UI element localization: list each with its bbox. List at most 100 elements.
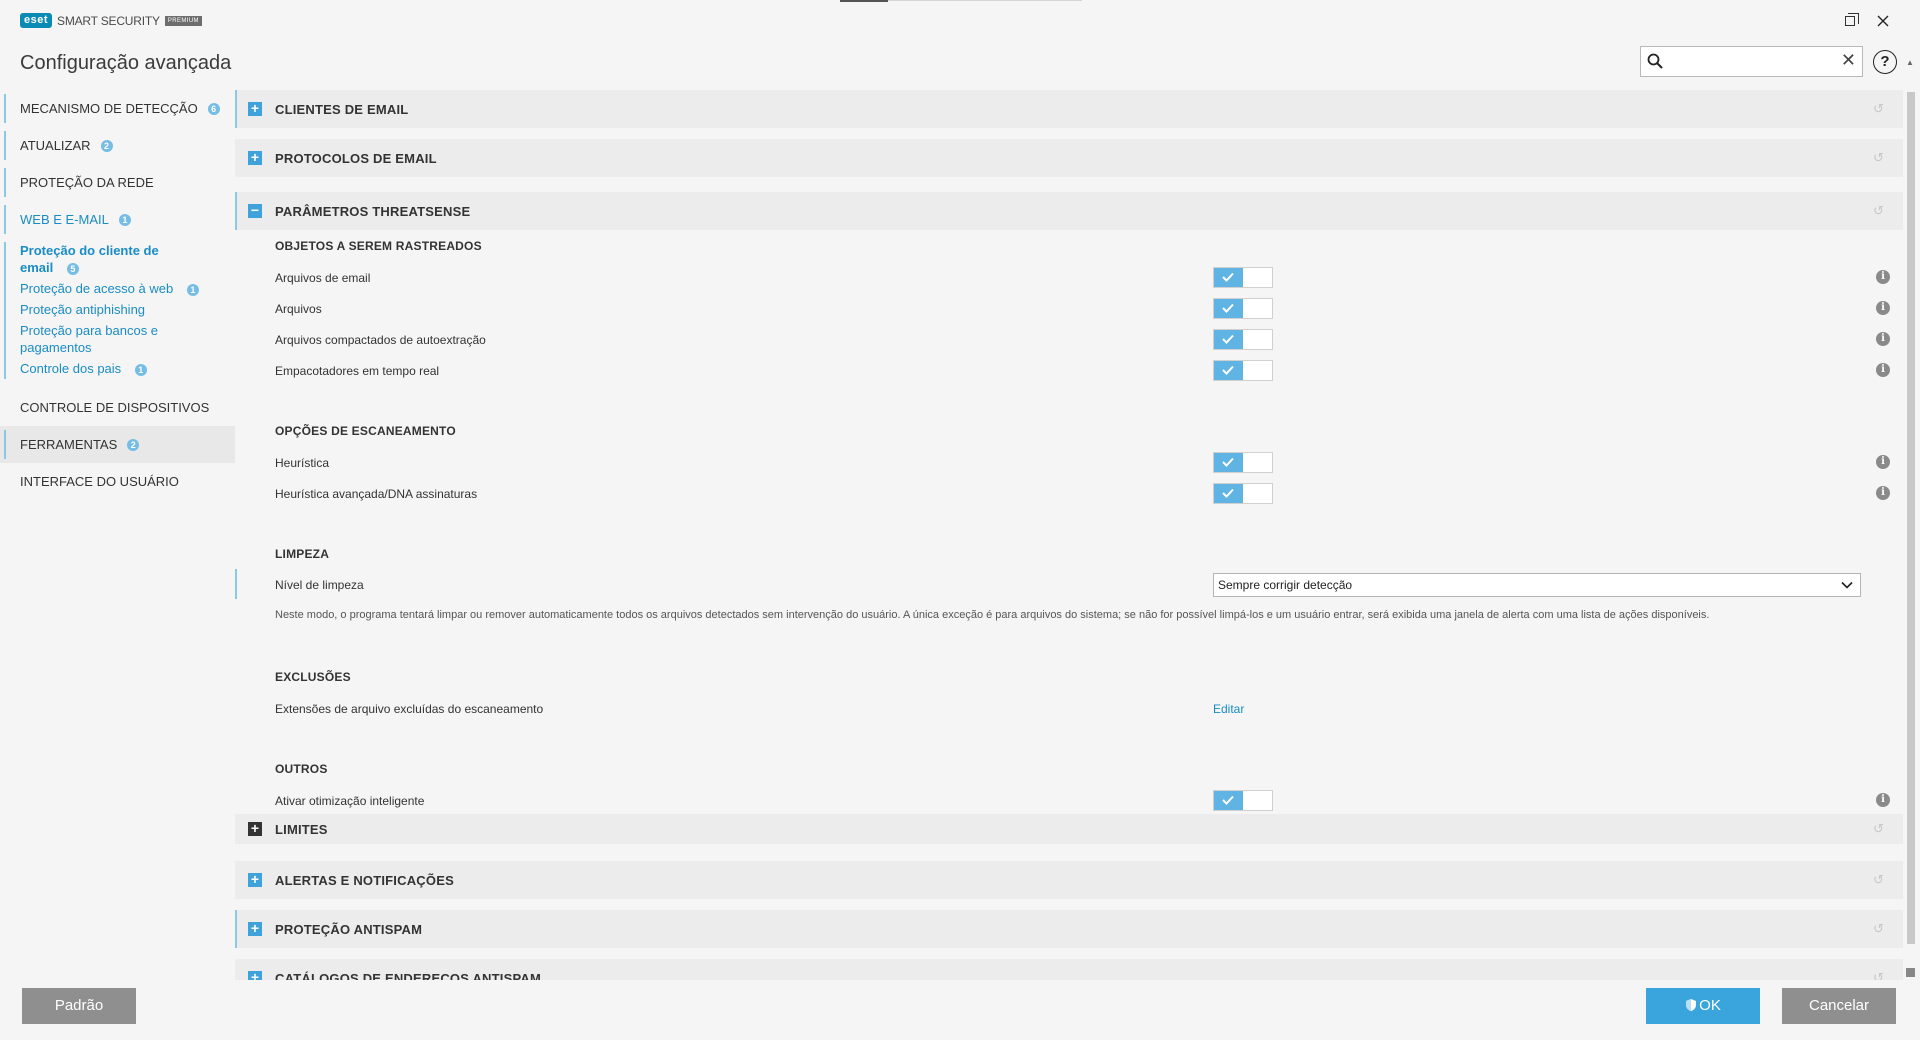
group-title-cleaning: LIMPEZA (275, 547, 330, 561)
row-marker (235, 569, 237, 599)
sidebar-subitem-label: Proteção de acesso à web (20, 281, 174, 296)
scrollbar-thumb[interactable] (1907, 92, 1915, 944)
group-title-exclusions: EXCLUSÕES (275, 670, 351, 684)
section-title: ALERTAS E NOTIFICAÇÕES (275, 872, 454, 888)
section-email-clients[interactable]: + CLIENTES DE EMAIL ↺ (235, 90, 1903, 128)
setting-label: Arquivos compactados de autoextração (275, 333, 486, 347)
section-title: PROTEÇÃO ANTISPAM (275, 921, 423, 937)
section-title: CATÁLOGOS DE ENDEREÇOS ANTISPAM (275, 970, 541, 981)
toggle-on-state (1214, 791, 1243, 810)
sidebar-item-label: PROTEÇÃO DA REDE (20, 175, 154, 190)
info-icon[interactable]: i (1876, 455, 1890, 469)
reset-icon[interactable]: ↺ (1873, 204, 1887, 218)
scroll-up-icon[interactable]: ▲ (1906, 58, 1914, 67)
sidebar-item-update[interactable]: ATUALIZAR 2 (0, 127, 235, 164)
setting-label: Arquivos de email (275, 271, 371, 285)
expand-icon[interactable]: + (248, 921, 262, 936)
cleaning-level-select[interactable]: Sempre corrigir detecção (1213, 573, 1861, 597)
reset-icon[interactable]: ↺ (1873, 922, 1887, 936)
help-button[interactable]: ? (1873, 50, 1897, 74)
toggle-email-files[interactable] (1213, 267, 1273, 288)
toggle-advanced-heuristics[interactable] (1213, 483, 1273, 504)
check-icon (1222, 272, 1234, 282)
section-email-protocols[interactable]: + PROTOCOLOS DE EMAIL ↺ (235, 139, 1903, 177)
sidebar-subitem-antiphishing[interactable]: Proteção antiphishing (20, 301, 235, 318)
info-icon[interactable]: i (1876, 363, 1890, 377)
sidebar-item-detection-engine[interactable]: MECANISMO DE DETECÇÃO 6 (0, 90, 235, 127)
toggle-runtime-packers[interactable] (1213, 360, 1273, 381)
section-antispam-catalogs[interactable]: + CATÁLOGOS DE ENDEREÇOS ANTISPAM ↺ (235, 959, 1903, 980)
info-icon[interactable]: i (1876, 332, 1890, 346)
section-limits[interactable]: + LIMITES ↺ (235, 814, 1903, 844)
reset-icon[interactable]: ↺ (1873, 102, 1887, 116)
footer: Padrão OK Cancelar (0, 980, 1920, 1040)
sidebar-item-label: ATUALIZAR (20, 138, 91, 153)
expand-icon[interactable]: + (248, 872, 262, 887)
sidebar-item-web-email[interactable]: WEB E E-MAIL 1 (0, 201, 235, 238)
cancel-button[interactable]: Cancelar (1782, 988, 1896, 1024)
sidebar-subitem-label: Proteção do cliente de email (20, 243, 159, 275)
setting-label: Heurística (275, 456, 330, 470)
sidebar-subitem-parental-control[interactable]: Controle dos pais 1 (20, 360, 235, 377)
chevron-down-icon (1841, 581, 1853, 589)
sidebar-item-tools[interactable]: FERRAMENTAS 2 (0, 426, 235, 463)
ok-label: OK (1699, 997, 1721, 1014)
info-icon[interactable]: i (1876, 486, 1890, 500)
scrollbar[interactable] (1905, 90, 1917, 980)
sidebar-subitem-banking-protection[interactable]: Proteção para bancos e pagamentos (20, 322, 170, 356)
sidebar-subitem-label: Proteção para bancos e pagamentos (20, 323, 159, 355)
sidebar-item-label: WEB E E-MAIL (20, 212, 109, 227)
info-icon[interactable]: i (1876, 793, 1890, 807)
count-badge: 2 (127, 438, 140, 451)
sidebar-item-network-protection[interactable]: PROTEÇÃO DA REDE (0, 164, 235, 201)
default-button[interactable]: Padrão (22, 988, 136, 1024)
info-icon[interactable]: i (1876, 301, 1890, 315)
setting-label: Ativar otimização inteligente (275, 794, 425, 808)
sidebar-subitem-web-access-protection[interactable]: Proteção de acesso à web 1 (20, 280, 235, 297)
sidebar-item-device-control[interactable]: CONTROLE DE DISPOSITIVOS (0, 389, 235, 426)
section-antispam[interactable]: + PROTEÇÃO ANTISPAM ↺ (235, 910, 1903, 948)
expand-icon[interactable]: + (248, 150, 262, 165)
toggle-heuristics[interactable] (1213, 452, 1273, 473)
group-title-scan-options: OPÇÕES DE ESCANEAMENTO (275, 424, 456, 438)
check-icon (1222, 795, 1234, 805)
toggle-on-state (1214, 330, 1243, 349)
clear-search-icon[interactable]: ✕ (1841, 50, 1856, 71)
expand-icon[interactable]: + (248, 101, 262, 116)
sidebar-item-user-interface[interactable]: INTERFACE DO USUÁRIO (0, 463, 235, 500)
setting-label: Extensões de arquivo excluídas do escane… (275, 702, 544, 716)
sidebar-subitem-email-client-protection[interactable]: Proteção do cliente de email 5 (20, 242, 170, 276)
search-input[interactable] (1669, 51, 1829, 73)
close-window-button[interactable] (1872, 10, 1894, 32)
scroll-down-button[interactable] (1906, 968, 1915, 977)
search-box[interactable]: ✕ (1640, 46, 1863, 77)
toggle-on-state (1214, 484, 1243, 503)
toggle-smart-optimization[interactable] (1213, 790, 1273, 811)
drag-indicator (840, 0, 888, 2)
toggle-self-extracting[interactable] (1213, 329, 1273, 350)
reset-icon[interactable]: ↺ (1873, 873, 1887, 887)
setting-label: Arquivos (275, 302, 322, 316)
edit-exclusions-link[interactable]: Editar (1213, 702, 1244, 716)
setting-label: Empacotadores em tempo real (275, 364, 440, 378)
reset-icon[interactable]: ↺ (1873, 822, 1887, 836)
expand-icon[interactable]: + (248, 970, 262, 980)
section-alerts[interactable]: + ALERTAS E NOTIFICAÇÕES ↺ (235, 861, 1903, 899)
reset-icon[interactable]: ↺ (1873, 151, 1887, 165)
sidebar-item-label: FERRAMENTAS (20, 437, 118, 452)
settings-panel: + CLIENTES DE EMAIL ↺ + PROTOCOLOS DE EM… (235, 90, 1905, 980)
info-icon[interactable]: i (1876, 270, 1890, 284)
toggle-archives[interactable] (1213, 298, 1273, 319)
ok-button[interactable]: OK (1646, 988, 1760, 1024)
reset-icon[interactable]: ↺ (1873, 971, 1887, 981)
section-threatsense[interactable]: − PARÂMETROS THREATSENSE ↺ (235, 192, 1903, 230)
section-title: LIMITES (275, 821, 328, 837)
expand-icon[interactable]: + (248, 821, 262, 836)
eset-logo: eset (20, 13, 53, 28)
collapse-icon[interactable]: − (248, 203, 262, 218)
title-bar: eset SMART SECURITY PREMIUM (0, 0, 1920, 40)
section-title: PARÂMETROS THREATSENSE (275, 203, 471, 219)
restore-window-button[interactable] (1839, 10, 1861, 32)
sidebar: MECANISMO DE DETECÇÃO 6 ATUALIZAR 2 PROT… (0, 90, 235, 500)
count-badge: 1 (118, 213, 131, 226)
